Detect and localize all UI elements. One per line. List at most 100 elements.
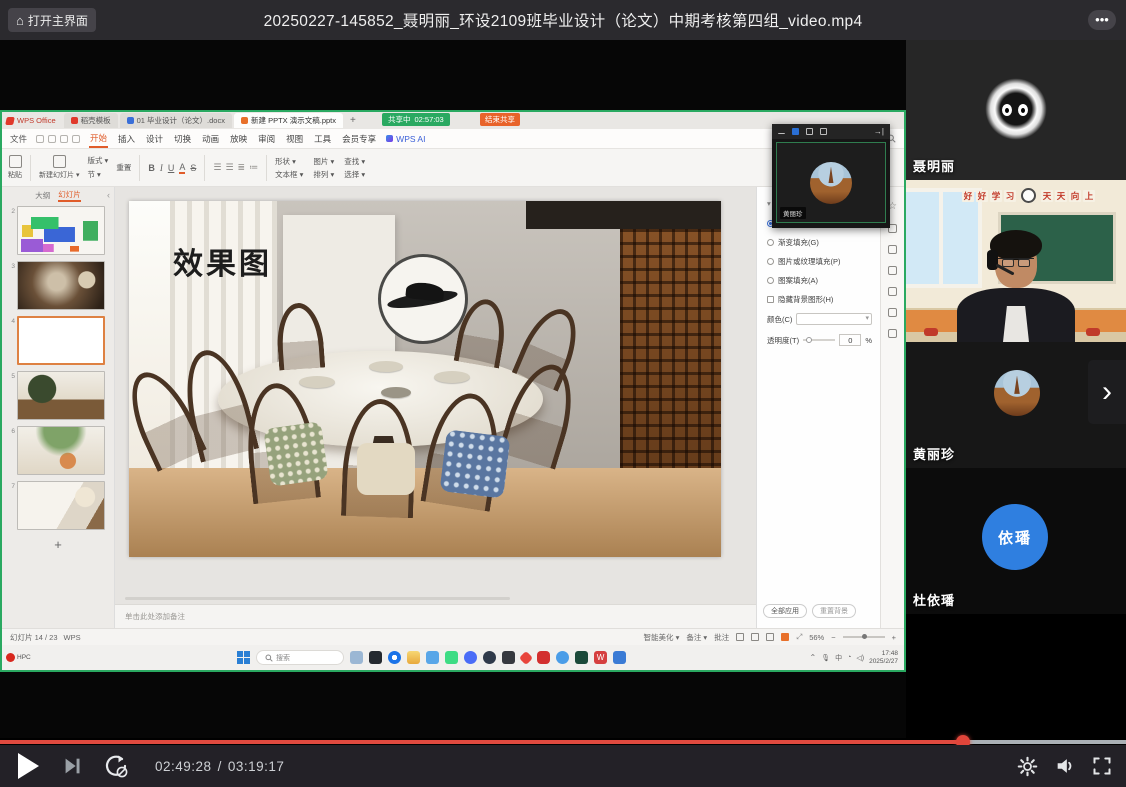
apply-to-all-button[interactable]: 全部应用 bbox=[763, 604, 807, 618]
overlay-grid-icon[interactable] bbox=[806, 128, 813, 135]
taskbar-search[interactable]: 搜索 bbox=[256, 650, 344, 665]
thumbnail-image[interactable] bbox=[17, 426, 105, 475]
video-app-icon[interactable] bbox=[613, 651, 626, 664]
chart-helper-icon[interactable] bbox=[888, 266, 897, 275]
hpc-tray-widget[interactable]: HPC bbox=[6, 653, 31, 662]
volume-tray-icon[interactable]: ◁) bbox=[856, 654, 864, 662]
transparency-value[interactable]: 0 bbox=[839, 334, 861, 346]
open-main-screen-button[interactable]: ⌂ 打开主界面 bbox=[8, 8, 96, 32]
slide-thumbnail-2[interactable]: 2 bbox=[2, 203, 114, 258]
wechat-icon[interactable] bbox=[445, 651, 458, 664]
tab-word-document[interactable]: 01 毕业设计（论文）.docx bbox=[120, 113, 232, 128]
reset-button[interactable]: 重置 bbox=[116, 162, 131, 173]
new-slide-button[interactable]: 新建幻灯片 ▾ bbox=[39, 155, 79, 180]
browser-icon[interactable] bbox=[388, 651, 401, 664]
slide-thumbnail-4-selected[interactable]: 4 bbox=[2, 313, 114, 368]
slide-thumbnail-6[interactable]: 6 bbox=[2, 423, 114, 478]
menu-design[interactable]: 设计 bbox=[145, 131, 164, 147]
option-pattern-fill[interactable]: 图案填充(A) bbox=[767, 275, 872, 286]
select-button[interactable]: 选择 ▾ bbox=[344, 169, 365, 180]
meeting-overlay-window[interactable]: →| 黄丽珍 bbox=[772, 124, 890, 228]
arrange-button[interactable]: 排列 ▾ bbox=[313, 169, 334, 180]
file-explorer-icon[interactable] bbox=[407, 651, 420, 664]
app-icon-6[interactable] bbox=[575, 651, 588, 664]
zoom-percent[interactable]: 56% bbox=[809, 633, 824, 642]
wps-brand[interactable]: WPS Office bbox=[6, 116, 62, 125]
start-button[interactable] bbox=[237, 651, 250, 664]
redo-icon[interactable] bbox=[72, 135, 80, 143]
menu-file[interactable]: 文件 bbox=[10, 133, 27, 145]
play-button[interactable] bbox=[18, 753, 39, 779]
end-sharing-button[interactable]: 结束共享 bbox=[480, 113, 520, 126]
paste-button[interactable]: 粘贴 bbox=[8, 155, 22, 180]
tray-expand-icon[interactable]: ⌃ bbox=[810, 653, 817, 662]
add-slide-button[interactable]: + bbox=[2, 533, 114, 556]
numbering-icon[interactable]: ≔ bbox=[249, 162, 258, 173]
menu-view[interactable]: 视图 bbox=[285, 131, 304, 147]
undo-icon[interactable] bbox=[60, 135, 68, 143]
participants-expand-button[interactable]: › bbox=[1088, 360, 1126, 424]
thumbnail-image[interactable] bbox=[17, 316, 105, 365]
menu-tools[interactable]: 工具 bbox=[313, 131, 332, 147]
notes-placeholder[interactable]: 单击此处添加备注 bbox=[115, 604, 756, 628]
thumbnail-image[interactable] bbox=[17, 261, 105, 310]
settings-strip-icon[interactable] bbox=[888, 329, 897, 338]
menu-slideshow[interactable]: 放映 bbox=[229, 131, 248, 147]
edge-icon[interactable] bbox=[483, 651, 496, 664]
zoom-slider[interactable] bbox=[843, 636, 885, 638]
network-icon[interactable]: ◔ bbox=[847, 654, 851, 661]
print-icon[interactable] bbox=[48, 135, 56, 143]
option-gradient-fill[interactable]: 渐变填充(G) bbox=[767, 237, 872, 248]
view-sorter-icon[interactable] bbox=[751, 633, 759, 641]
mic-tray-icon[interactable]: 🎙 bbox=[821, 654, 830, 662]
bold-button[interactable]: B bbox=[148, 163, 155, 173]
slide-thumbnail-3[interactable]: 3 bbox=[2, 258, 114, 313]
app-icon-5[interactable] bbox=[519, 650, 533, 664]
view-reading-icon[interactable] bbox=[766, 633, 774, 641]
picture-button[interactable]: 图片 ▾ bbox=[313, 156, 334, 167]
reset-background-button[interactable]: 重置背景 bbox=[812, 604, 856, 618]
language-icon[interactable]: 中 bbox=[835, 653, 842, 663]
notes-toggle-button[interactable]: 备注 ▾ bbox=[686, 632, 707, 643]
tab-docer[interactable]: 稻壳模板 bbox=[64, 113, 118, 128]
bullets-icon[interactable]: ≣ bbox=[238, 162, 246, 173]
zoom-in-button[interactable]: + bbox=[892, 633, 896, 642]
comments-button[interactable]: 批注 bbox=[714, 632, 729, 643]
overlay-dock-icon[interactable]: →| bbox=[874, 127, 884, 136]
tab-slides[interactable]: 幻灯片 bbox=[58, 189, 81, 202]
shape-button[interactable]: 形状 ▾ bbox=[275, 156, 303, 167]
strike-button[interactable]: S bbox=[190, 163, 196, 173]
menu-animation[interactable]: 动画 bbox=[201, 131, 220, 147]
align-center-icon[interactable]: ☰ bbox=[225, 162, 233, 173]
menu-insert[interactable]: 插入 bbox=[117, 131, 136, 147]
tab-ppt-document[interactable]: 新建 PPTX 演示文稿.pptx bbox=[234, 113, 343, 128]
help-icon[interactable] bbox=[888, 308, 897, 317]
menu-member[interactable]: 会员专享 bbox=[341, 131, 377, 147]
app-icon-2[interactable] bbox=[369, 651, 382, 664]
italic-button[interactable]: I bbox=[160, 163, 163, 173]
horizontal-scrollbar[interactable] bbox=[125, 597, 510, 600]
overlay-minimize-icon[interactable] bbox=[778, 129, 785, 134]
slide-thumbnail-7[interactable]: 7 bbox=[2, 478, 114, 533]
transparency-slider[interactable] bbox=[803, 339, 835, 341]
fit-slide-icon[interactable]: ⤢ bbox=[796, 632, 802, 642]
new-document-tab-button[interactable]: + bbox=[345, 115, 361, 126]
settings-button[interactable] bbox=[1017, 756, 1038, 777]
option-picture-fill[interactable]: 图片或纹理填充(P) bbox=[767, 256, 872, 267]
section-collapse-icon[interactable]: ▾ bbox=[767, 199, 771, 208]
taskbar-clock[interactable]: 17:48 2025/2/27 bbox=[869, 650, 898, 666]
find-button[interactable]: 查找 ▾ bbox=[344, 156, 365, 167]
collapse-panel-icon[interactable]: ‹ bbox=[107, 190, 110, 200]
fullscreen-button[interactable] bbox=[1092, 756, 1112, 776]
participant-tile-1[interactable]: 聂明丽 bbox=[906, 40, 1126, 180]
textbox-button[interactable]: 文本框 ▾ bbox=[275, 169, 303, 180]
wps-ai-button[interactable]: WPS AI bbox=[386, 134, 425, 144]
play-slideshow-icon[interactable] bbox=[781, 633, 789, 641]
ps-icon[interactable] bbox=[502, 651, 515, 664]
menu-transition[interactable]: 切换 bbox=[173, 131, 192, 147]
more-options-button[interactable]: ••• bbox=[1088, 10, 1116, 30]
wps-taskbar-icon[interactable]: W bbox=[594, 651, 607, 664]
overlay-layout-icon[interactable] bbox=[792, 128, 799, 135]
volume-button[interactable] bbox=[1054, 755, 1076, 777]
current-slide[interactable]: 效果图 bbox=[129, 201, 721, 557]
